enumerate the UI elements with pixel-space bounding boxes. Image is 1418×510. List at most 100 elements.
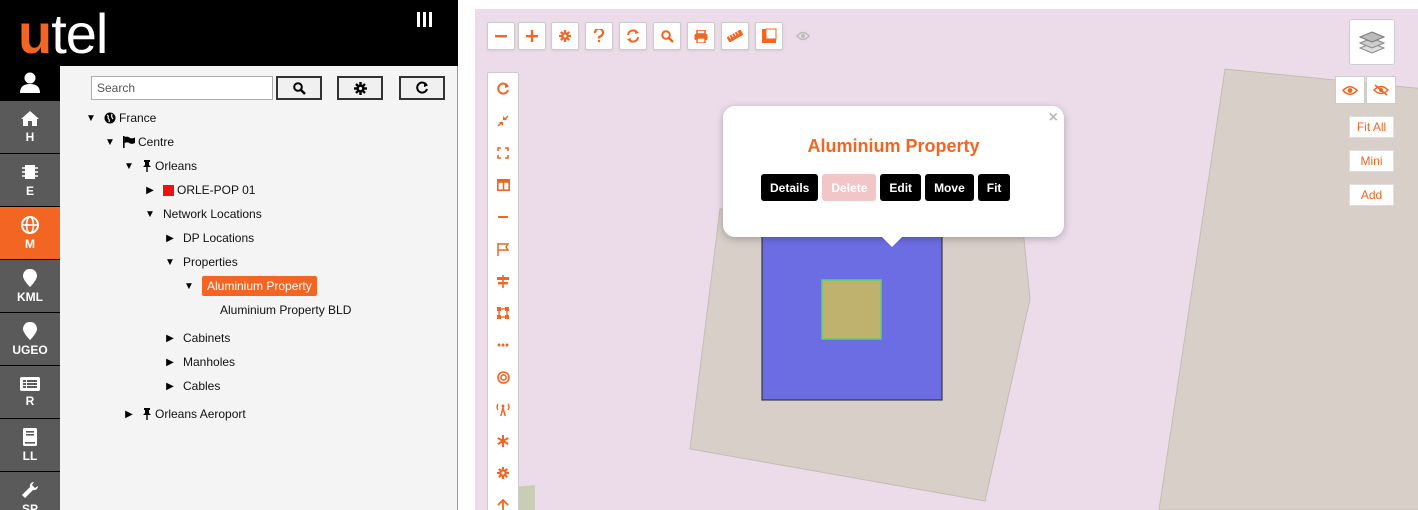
refresh-button[interactable] bbox=[399, 76, 445, 100]
fit-button[interactable]: Fit bbox=[977, 174, 1011, 201]
tree-toggle[interactable]: ▼ bbox=[86, 113, 96, 124]
tree-node-orleans-aeroport[interactable]: ▶ Orleans Aeroport bbox=[124, 404, 246, 424]
measure-button[interactable] bbox=[721, 22, 749, 50]
nav-item-home[interactable]: H bbox=[0, 101, 60, 153]
chip-icon bbox=[22, 164, 38, 179]
print-button[interactable] bbox=[687, 22, 715, 50]
nav-item-reports[interactable]: R bbox=[0, 366, 60, 418]
tree-toggle[interactable]: ▼ bbox=[105, 137, 115, 148]
search-input[interactable] bbox=[91, 76, 273, 100]
show-layer-button[interactable] bbox=[1335, 76, 1365, 104]
tree-node-france[interactable]: ▼ France bbox=[86, 108, 156, 128]
book-icon bbox=[23, 427, 37, 446]
tree-node-cabinets[interactable]: ▶ Cabinets bbox=[165, 328, 230, 348]
edit-button[interactable]: Edit bbox=[880, 174, 922, 201]
tree-toggle[interactable]: ▶ bbox=[165, 357, 175, 368]
fit-all-button[interactable]: Fit All bbox=[1349, 116, 1394, 138]
nav-item-sp[interactable]: SP bbox=[0, 472, 60, 510]
nav-item-ugeo[interactable]: UGEO bbox=[0, 313, 60, 365]
antenna-tool-button[interactable] bbox=[488, 393, 518, 425]
tree-node-orleans[interactable]: ▼ Orleans bbox=[124, 156, 197, 176]
tree-toggle[interactable]: ▼ bbox=[184, 281, 194, 292]
tree-toggle[interactable]: ▶ bbox=[145, 185, 155, 196]
split-view-button[interactable] bbox=[488, 169, 518, 201]
feature-popup: × Aluminium Property Details Delete Edit… bbox=[723, 106, 1064, 247]
asterisk-tool-button[interactable] bbox=[488, 425, 518, 457]
nav-item-map[interactable]: M bbox=[0, 207, 60, 259]
line-tool-button[interactable] bbox=[488, 201, 518, 233]
north-arrow-button[interactable] bbox=[488, 489, 518, 510]
signpost-tool-button[interactable] bbox=[488, 265, 518, 297]
layers-button[interactable] bbox=[1349, 19, 1395, 65]
tree-toggle[interactable]: ▶ bbox=[165, 381, 175, 392]
red-square-icon bbox=[163, 184, 174, 196]
nav-item-equipment[interactable]: E bbox=[0, 154, 60, 206]
flag-tool-button[interactable] bbox=[488, 233, 518, 265]
mini-button[interactable]: Mini bbox=[1349, 150, 1394, 172]
tree-node-dp-locations[interactable]: ▶ DP Locations bbox=[165, 228, 254, 248]
flag-icon bbox=[123, 136, 135, 148]
area-measure-button[interactable] bbox=[755, 22, 783, 50]
tree-label: Orleans Aeroport bbox=[155, 407, 246, 421]
delete-button[interactable]: Delete bbox=[822, 174, 877, 201]
tree-node-manholes[interactable]: ▶ Manholes bbox=[165, 352, 235, 372]
tree-label: Centre bbox=[138, 135, 175, 149]
zoom-in-button[interactable] bbox=[518, 22, 546, 50]
popup-arrow bbox=[881, 236, 903, 247]
tree-toggle[interactable]: ▼ bbox=[165, 257, 175, 268]
tree-node-aluminium-property-bld[interactable]: Aluminium Property BLD bbox=[220, 300, 351, 320]
nav-item-kml[interactable]: KML bbox=[0, 260, 60, 312]
map-search-button[interactable] bbox=[653, 22, 681, 50]
move-button[interactable]: Move bbox=[925, 174, 974, 201]
nav-item-ll[interactable]: LL bbox=[0, 419, 60, 471]
tree-node-properties[interactable]: ▼ Properties bbox=[165, 252, 238, 272]
collapse-button[interactable] bbox=[488, 105, 518, 137]
help-button[interactable] bbox=[585, 22, 613, 50]
visibility-button[interactable] bbox=[789, 22, 817, 50]
tree-node-centre[interactable]: ▼ Centre bbox=[105, 132, 174, 152]
tree-node-network-locations[interactable]: ▼ Network Locations bbox=[145, 204, 262, 224]
zoom-out-button[interactable] bbox=[487, 22, 515, 50]
tree-toggle[interactable]: ▶ bbox=[165, 233, 175, 244]
details-button[interactable]: Details bbox=[761, 174, 819, 201]
building-bld-polygon[interactable] bbox=[821, 279, 882, 340]
tree-label-selected[interactable]: Aluminium Property bbox=[202, 276, 317, 296]
eye-icon bbox=[1342, 85, 1358, 95]
arrow-up-icon bbox=[497, 498, 509, 510]
rotate-button[interactable] bbox=[488, 73, 518, 105]
search-button[interactable] bbox=[276, 76, 322, 100]
tree-toggle[interactable]: ▶ bbox=[165, 333, 175, 344]
map-view[interactable]: Fit All Mini Add × Aluminium Property De… bbox=[475, 9, 1418, 510]
tree-toggle[interactable]: ▼ bbox=[145, 209, 155, 220]
map-settings-button[interactable] bbox=[551, 22, 579, 50]
hide-layer-button[interactable] bbox=[1366, 76, 1396, 104]
tree-toggle[interactable]: ▼ bbox=[124, 161, 134, 172]
popup-title: Aluminium Property bbox=[807, 136, 980, 156]
add-button[interactable]: Add bbox=[1349, 184, 1394, 206]
tree-node-aluminium-property[interactable]: ▼ Aluminium Property bbox=[184, 276, 317, 296]
settings-button[interactable] bbox=[337, 76, 383, 100]
user-icon[interactable] bbox=[0, 66, 60, 100]
target-tool-button[interactable] bbox=[488, 361, 518, 393]
question-icon bbox=[593, 29, 605, 43]
more-tools-button[interactable] bbox=[488, 329, 518, 361]
gear-tool-button[interactable] bbox=[488, 457, 518, 489]
tree-node-cables[interactable]: ▶ Cables bbox=[165, 376, 220, 396]
map-refresh-button[interactable] bbox=[619, 22, 647, 50]
flag-icon bbox=[497, 242, 509, 256]
polygon-tool-button[interactable] bbox=[488, 297, 518, 329]
map-canvas[interactable] bbox=[475, 9, 1418, 510]
fullscreen-button[interactable] bbox=[488, 137, 518, 169]
popup-close-button[interactable]: × bbox=[1049, 109, 1058, 127]
search-icon bbox=[292, 81, 306, 95]
signpost-icon bbox=[497, 274, 509, 288]
menu-toggle-icon[interactable] bbox=[414, 12, 434, 32]
minus-icon bbox=[498, 216, 508, 218]
layers-icon bbox=[1359, 31, 1385, 54]
tree-toggle[interactable]: ▶ bbox=[124, 409, 134, 420]
tree-label: DP Locations bbox=[183, 231, 255, 245]
nav-item-label: R bbox=[25, 393, 35, 408]
tree-node-orle-pop-01[interactable]: ▶ ORLE-POP 01 bbox=[145, 180, 255, 200]
refresh-icon bbox=[416, 81, 428, 94]
gear-icon bbox=[353, 81, 367, 95]
